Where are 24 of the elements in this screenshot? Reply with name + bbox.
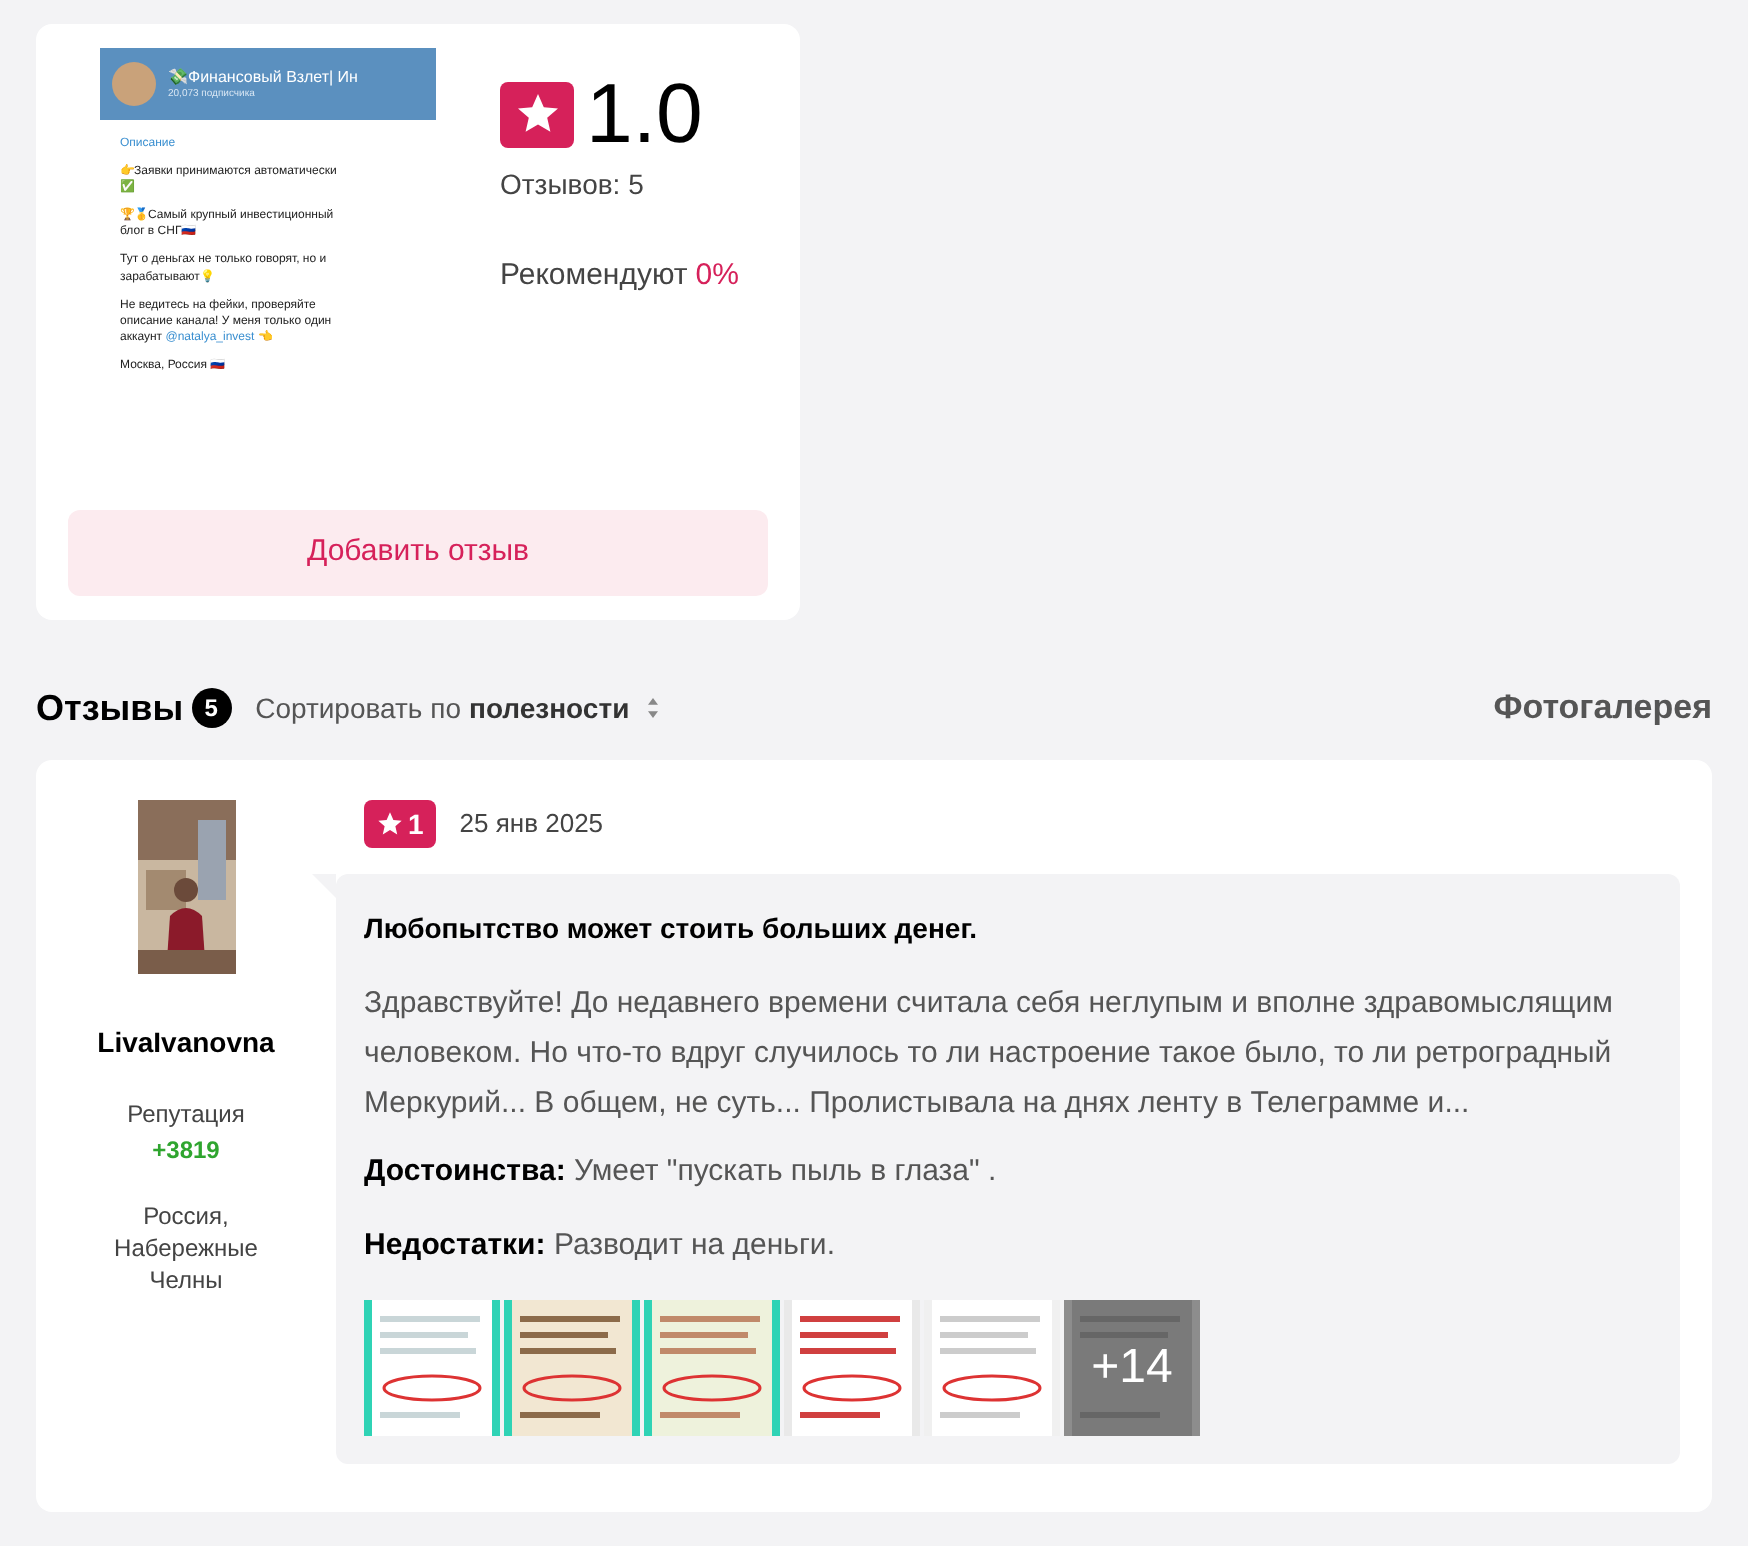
review-title: Любопытство может стоить больших денег. [364, 910, 980, 948]
recommend-value: 0% [695, 256, 739, 296]
review-text: Здравствуйте! До недавнего времени считала себя неглупым и вполне здравомыслящим человеком. Но что-то вдруг случилось то ли настроение такое было, то ли ретроградный Меркурий... В общем, не суть... Пролистывала на днях ленту в Телеграмме и... [364, 984, 1615, 1124]
sort-dropdown[interactable]: Сортировать по полезности [255, 687, 660, 729]
author-name[interactable]: LivaIvanovna [97, 1022, 275, 1064]
photo-gallery-link[interactable]: Фотогалерея [1493, 682, 1712, 734]
count-badge: 5 [191, 688, 232, 728]
sort-arrows-icon [645, 698, 660, 718]
add-review-button[interactable]: Добавить отзыв [68, 510, 768, 596]
review-date: 25 янв 2025 [459, 806, 604, 843]
review-pros: Достоинства: Умеет "пускать пыль в глаза" . [364, 1152, 999, 1192]
reputation-label: Репутация [127, 1098, 245, 1132]
more-photos-count[interactable]: +14 [1064, 1300, 1200, 1436]
channel-name: 💸Финансовый Взлет| Ин [168, 69, 358, 85]
recommend-label: Рекомендуют [500, 256, 688, 296]
review-rating-badge: 1 [364, 800, 436, 848]
section-title: Отзывы [36, 685, 184, 731]
channel-avatar [112, 62, 156, 106]
reviews-count: Отзывов: 5 [500, 166, 646, 204]
review-cons: Недостатки: Разводит на деньги. [364, 1225, 837, 1265]
rating-value: 1.0 [586, 72, 703, 156]
author-location: Россия, Набережные Челны [112, 1200, 260, 1298]
star-icon [376, 810, 404, 838]
reputation-value: +3819 [152, 1134, 220, 1168]
